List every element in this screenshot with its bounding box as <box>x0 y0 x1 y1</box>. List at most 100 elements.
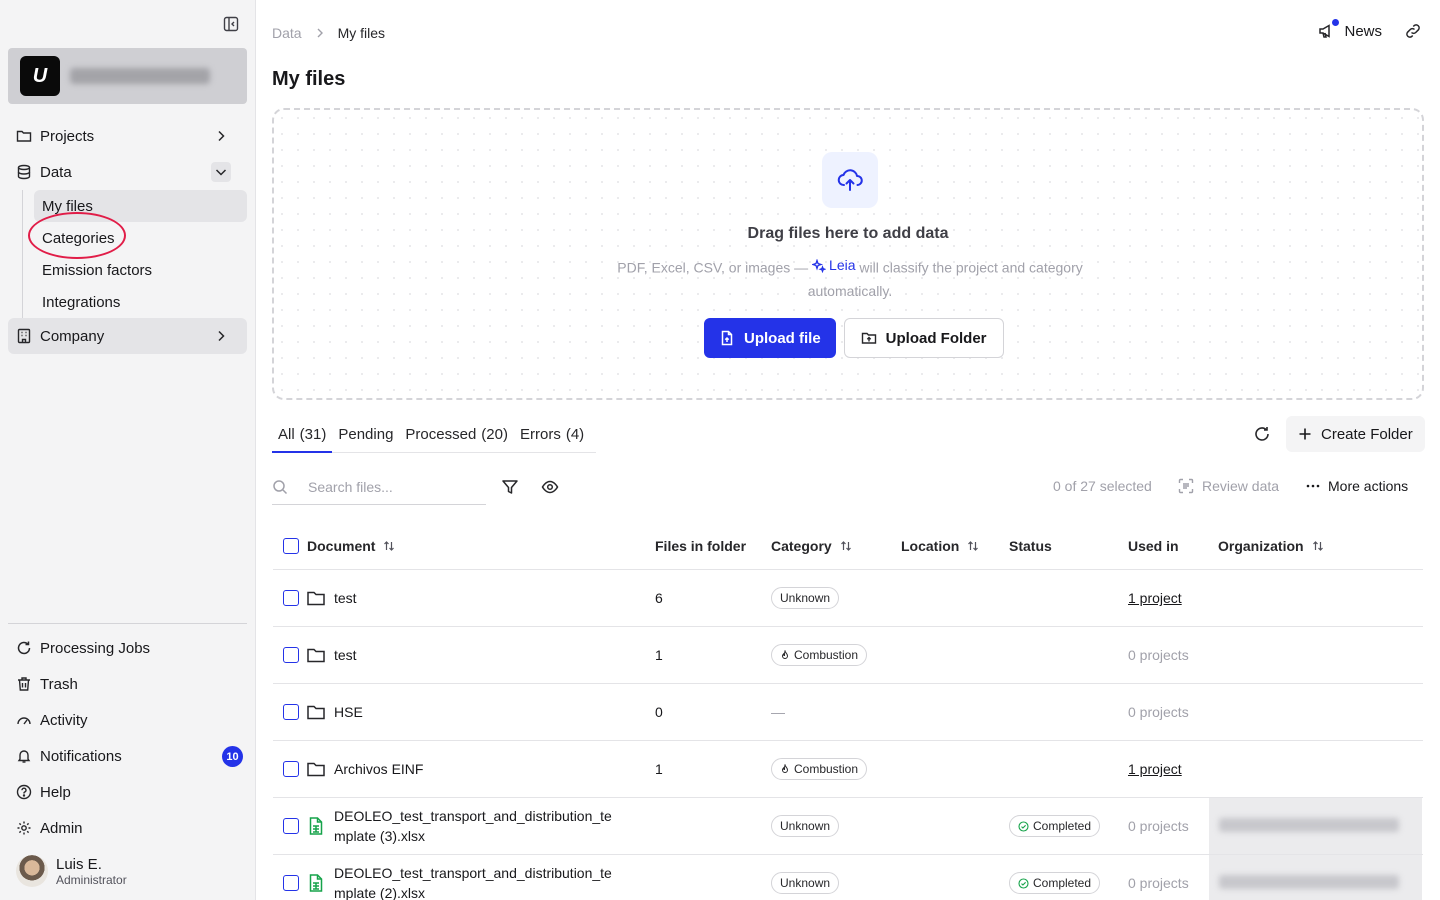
create-folder-label: Create Folder <box>1321 425 1413 443</box>
document-cell[interactable]: HSE <box>306 684 619 740</box>
search-box <box>272 470 486 505</box>
page-title: My files <box>272 68 346 90</box>
sidebar-item-emission-factors[interactable]: Emission factors <box>34 254 247 286</box>
document-cell[interactable]: Archivos EINF <box>306 741 619 797</box>
scan-icon <box>1178 478 1194 494</box>
sidebar-item-my-files[interactable]: My files <box>34 190 247 222</box>
nav-item-notifications[interactable]: Notifications 10 <box>8 738 247 774</box>
news-button[interactable]: News <box>1318 19 1382 40</box>
document-cell[interactable]: test <box>306 627 619 683</box>
org-logo: U <box>20 56 60 96</box>
chevron-right-icon <box>213 128 229 144</box>
table-row[interactable]: Archivos EINF 1 Combustion 1 project <box>273 741 1423 798</box>
nav-item-company[interactable]: Company <box>8 318 247 354</box>
document-cell[interactable]: DEOLEO_test_transport_and_distribution_t… <box>306 798 619 854</box>
user-profile[interactable]: Luis E. Administrator <box>16 855 127 887</box>
document-name: HSE <box>334 704 363 720</box>
tab-label: All <box>278 425 295 443</box>
header-label: Category <box>771 538 832 554</box>
dropzone-desc-before: PDF, Excel, CSV, or images — <box>617 259 809 276</box>
table-row[interactable]: DEOLEO_test_transport_and_distribution_t… <box>273 798 1423 855</box>
refresh-icon[interactable] <box>1253 425 1271 443</box>
document-name: test <box>334 647 357 663</box>
eye-icon[interactable] <box>541 478 559 496</box>
status-label: Completed <box>1033 819 1092 833</box>
nav-item-processing-jobs[interactable]: Processing Jobs <box>8 630 247 666</box>
table-header: Document Files in folder Category Locati… <box>273 522 1423 570</box>
upload-file-button[interactable]: Upload file <box>704 318 836 358</box>
review-label: Review data <box>1202 478 1280 494</box>
breadcrumb-data[interactable]: Data <box>272 25 302 41</box>
header-organization[interactable]: Organization <box>1218 538 1324 554</box>
header-document[interactable]: Document <box>283 538 395 554</box>
document-cell[interactable]: test <box>306 570 619 626</box>
flame-icon <box>781 650 789 659</box>
category-label: Combustion <box>794 762 859 776</box>
upload-folder-button[interactable]: Upload Folder <box>843 318 1004 358</box>
nav-item-admin[interactable]: Admin <box>8 810 247 846</box>
status-badge: Completed <box>1009 815 1101 837</box>
files-count: 1 <box>655 647 663 663</box>
help-icon <box>16 784 32 800</box>
header-label: Files in folder <box>655 538 747 554</box>
header-label: Location <box>901 538 960 554</box>
nav-item-trash[interactable]: Trash <box>8 666 247 702</box>
tab-pending[interactable]: Pending <box>332 416 399 452</box>
more-actions-button[interactable]: More actions <box>1306 478 1408 494</box>
search-input[interactable] <box>308 479 478 495</box>
table-row[interactable]: HSE 0 — 0 projects <box>273 684 1423 741</box>
nav-label: Admin <box>40 819 83 837</box>
used-in-link[interactable]: 1 project <box>1128 570 1182 626</box>
sort-icon <box>383 540 395 552</box>
folder-icon <box>306 645 326 665</box>
nav-item-help[interactable]: Help <box>8 774 247 810</box>
nav-label: Activity <box>40 711 88 729</box>
dropzone-description: PDF, Excel, CSV, or images — Leia will c… <box>594 254 1106 303</box>
flame-icon <box>781 764 789 773</box>
row-checkbox[interactable] <box>283 590 299 606</box>
row-checkbox[interactable] <box>283 875 299 891</box>
document-cell[interactable]: DEOLEO_test_transport_and_distribution_t… <box>306 855 619 900</box>
select-all-checkbox[interactable] <box>283 538 299 554</box>
folder-icon <box>16 128 32 144</box>
news-label: News <box>1344 22 1382 40</box>
used-in-link[interactable]: 1 project <box>1128 741 1182 797</box>
tab-label: Errors <box>519 425 561 443</box>
folder-icon <box>306 588 326 608</box>
header-status: Status <box>1009 538 1052 554</box>
create-folder-button[interactable]: Create Folder <box>1286 416 1425 452</box>
table-row[interactable]: test 6 Unknown 1 project <box>273 570 1423 627</box>
header-category[interactable]: Category <box>771 538 852 554</box>
filter-icon[interactable] <box>501 478 519 496</box>
tab-errors[interactable]: Errors (4) <box>514 416 590 452</box>
header-location[interactable]: Location <box>901 538 979 554</box>
used-in-text: 0 projects <box>1128 704 1189 720</box>
sidebar-item-categories[interactable]: Categories <box>34 222 247 254</box>
refresh-icon <box>16 640 32 656</box>
check-circle-icon <box>1018 877 1029 889</box>
org-switcher[interactable]: U <box>8 48 247 104</box>
header-used-in: Used in <box>1128 538 1179 554</box>
file-dropzone[interactable]: Drag files here to add data PDF, Excel, … <box>272 108 1424 400</box>
tab-processed[interactable]: Processed (20) <box>399 416 514 452</box>
review-data-button[interactable]: Review data <box>1178 478 1279 494</box>
table-row[interactable]: test 1 Combustion 0 projects <box>273 627 1423 684</box>
row-checkbox[interactable] <box>283 647 299 663</box>
tab-all[interactable]: All (31) <box>272 416 333 453</box>
category-badge: Unknown <box>771 815 840 837</box>
link-icon[interactable] <box>1404 22 1422 40</box>
row-checkbox[interactable] <box>283 818 299 834</box>
sidebar-item-integrations[interactable]: Integrations <box>34 286 247 318</box>
nav-item-activity[interactable]: Activity <box>8 702 247 738</box>
nav-item-data[interactable]: Data <box>8 154 247 190</box>
gear-icon <box>16 820 32 836</box>
sidebar-collapse-icon[interactable] <box>222 15 240 33</box>
row-checkbox[interactable] <box>283 704 299 720</box>
nav-item-projects[interactable]: Projects <box>8 118 247 154</box>
files-table: Document Files in folder Category Locati… <box>273 522 1423 900</box>
table-row[interactable]: DEOLEO_test_transport_and_distribution_t… <box>273 855 1423 900</box>
organization-blurred <box>1209 855 1422 900</box>
leia-link[interactable]: Leia <box>812 254 856 277</box>
row-checkbox[interactable] <box>283 761 299 777</box>
nav-label: Help <box>40 783 71 801</box>
